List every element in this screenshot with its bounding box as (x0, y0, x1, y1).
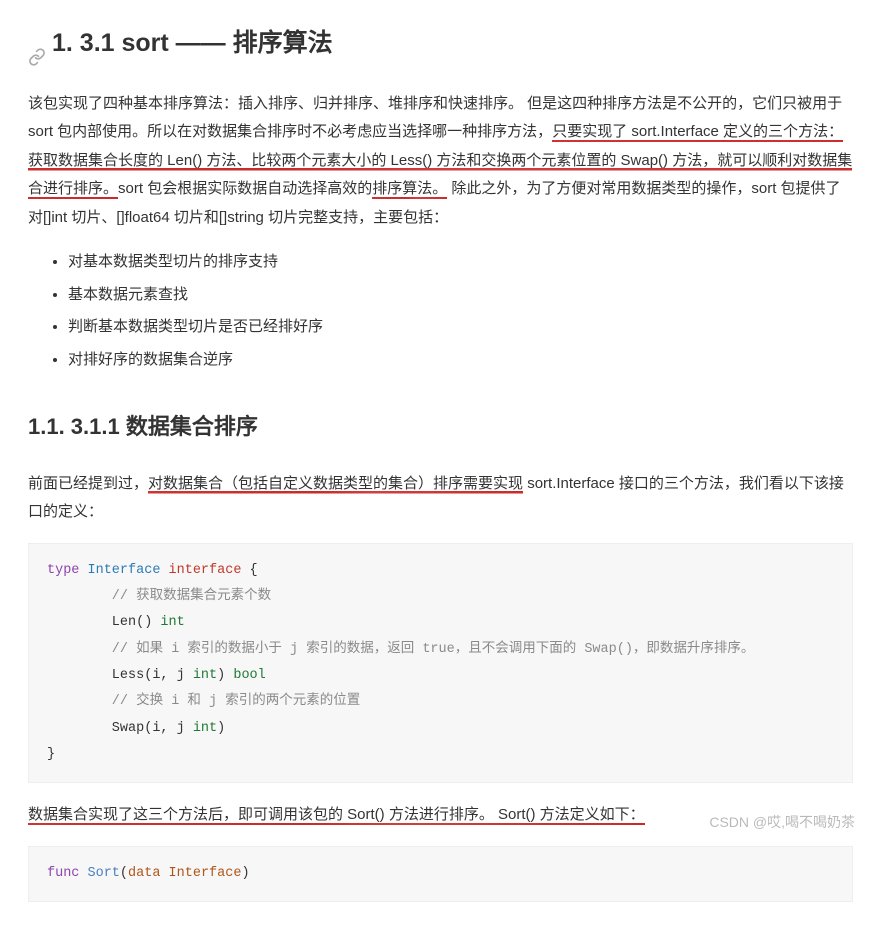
list-item: 对基本数据类型切片的排序支持 (68, 248, 853, 277)
code-block-interface: type Interface interface { // 获取数据集合元素个数… (28, 543, 853, 784)
list-item: 判断基本数据类型切片是否已经排好序 (68, 313, 853, 342)
heading-1-text: 1. 3.1 sort —— 排序算法 (52, 20, 333, 68)
kw-bool: bool (233, 668, 265, 683)
method-swap: Swap(i, j (47, 721, 193, 736)
list-item: 基本数据元素查找 (68, 281, 853, 310)
kw-int: int (193, 721, 217, 736)
brace: { (241, 563, 257, 578)
kw-int: int (193, 668, 217, 683)
kw-interface: interface (169, 563, 242, 578)
method-len: Len() (47, 615, 160, 630)
func-arg: data Interface (128, 866, 241, 881)
kw-func: func (47, 866, 79, 881)
kw-int: int (160, 615, 184, 630)
paragraph-3: 数据集合实现了这三个方法后，即可调用该包的 Sort() 方法进行排序。 Sor… (28, 801, 853, 830)
section-heading-1: 1. 3.1 sort —— 排序算法 (28, 20, 853, 68)
list-item: 对排好序的数据集合逆序 (68, 346, 853, 375)
code-comment: // 如果 i 索引的数据小于 j 索引的数据，返回 true，且不会调用下面的… (47, 642, 754, 657)
intro-seg2: sort 包会根据实际数据自动选择高效的 (118, 180, 372, 197)
section-heading-2: 1.1. 3.1.1 数据集合排序 (28, 406, 853, 448)
anchor-link-icon[interactable] (28, 35, 46, 53)
func-name: Sort (79, 866, 120, 881)
intro-paragraph: 该包实现了四种基本排序算法：插入排序、归并排序、堆排序和快速排序。 但是这四种排… (28, 90, 853, 233)
para3-underline-1: 数据集合实现了这三个方法后，即可调用该包的 Sort() 方法进行排序。 Sor… (28, 806, 645, 825)
code-comment: // 交换 i 和 j 索引的两个元素的位置 (47, 694, 360, 709)
kw-name: Interface (79, 563, 168, 578)
para2-seg1: 前面已经提到过， (28, 475, 148, 492)
heading-2-text: 1.1. 3.1.1 数据集合排序 (28, 414, 258, 439)
code-comment: // 获取数据集合元素个数 (47, 589, 271, 604)
kw-type: type (47, 563, 79, 578)
paren: ) (217, 721, 225, 736)
intro-underline-2: 排序算法。 (372, 180, 447, 199)
paragraph-2: 前面已经提到过，对数据集合（包括自定义数据类型的集合）排序需要实现 sort.I… (28, 470, 853, 527)
paren: ) (217, 668, 233, 683)
code-block-sort: func Sort(data Interface) (28, 846, 853, 902)
paren: ) (241, 866, 249, 881)
feature-list: 对基本数据类型切片的排序支持 基本数据元素查找 判断基本数据类型切片是否已经排好… (28, 248, 853, 374)
method-less: Less(i, j (47, 668, 193, 683)
paren: ( (120, 866, 128, 881)
brace: } (47, 747, 55, 762)
para2-underline-1: 对数据集合（包括自定义数据类型的集合）排序需要实现 (148, 475, 523, 494)
